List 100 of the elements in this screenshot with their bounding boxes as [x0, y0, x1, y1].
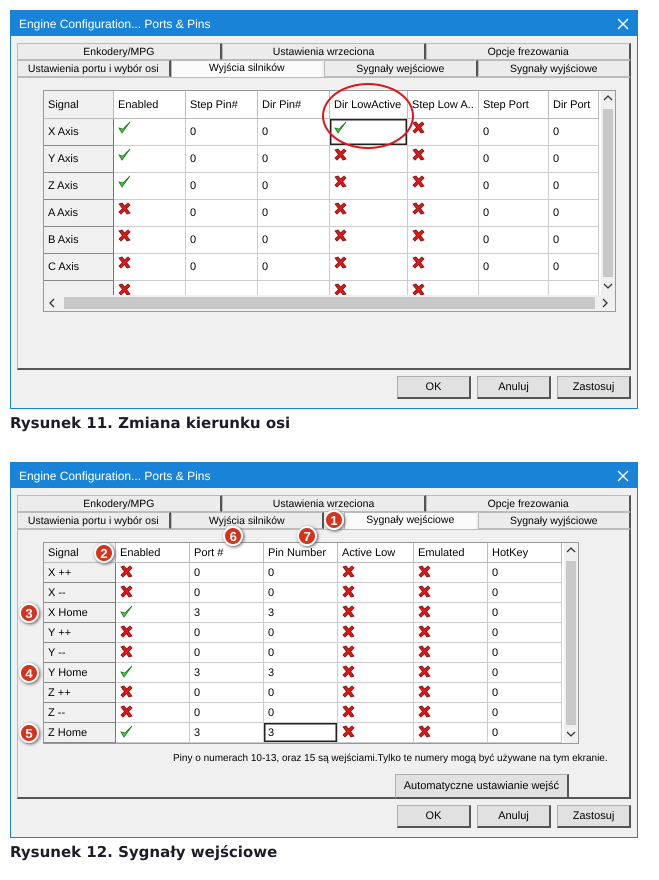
table-cell: 0: [488, 683, 562, 703]
tab[interactable]: Enkodery/MPG: [17, 43, 222, 60]
column-header[interactable]: Port #: [190, 543, 264, 563]
check-cell[interactable]: [330, 119, 408, 146]
tab[interactable]: Ustawienia wrzeciona: [222, 495, 426, 512]
check-cell[interactable]: [414, 583, 488, 603]
column-header[interactable]: Emulated: [414, 543, 488, 563]
close-icon[interactable]: [617, 18, 629, 30]
dialog-button[interactable]: Anuluj: [477, 805, 551, 828]
dialog-button[interactable]: Anuluj: [477, 376, 551, 399]
check-cell[interactable]: [408, 200, 479, 227]
check-cell[interactable]: [116, 643, 190, 663]
table-cell: 0: [264, 563, 338, 583]
signal-cell: C Axis: [44, 254, 114, 281]
tab[interactable]: Enkodery/MPG: [17, 495, 222, 512]
check-cell[interactable]: [408, 119, 479, 146]
check-cell[interactable]: [408, 173, 479, 200]
check-cell[interactable]: [414, 683, 488, 703]
tab[interactable]: Sygnały wyjściowe: [478, 512, 631, 529]
tab[interactable]: Ustawienia wrzeciona: [222, 43, 426, 60]
check-cell[interactable]: [116, 663, 190, 683]
check-cell[interactable]: [338, 663, 414, 683]
check-cell[interactable]: [116, 723, 190, 743]
check-cell[interactable]: [338, 623, 414, 643]
column-header[interactable]: Signal: [44, 91, 114, 119]
check-cell[interactable]: [414, 643, 488, 663]
check-cell[interactable]: [414, 623, 488, 643]
check-cell[interactable]: [116, 703, 190, 723]
check-cell[interactable]: [414, 723, 488, 743]
check-cell[interactable]: [330, 227, 408, 254]
check-cell[interactable]: [114, 200, 186, 227]
horizontal-scrollbar[interactable]: [44, 295, 615, 311]
tab[interactable]: Sygnały wejściowe: [324, 60, 478, 77]
dialog-button[interactable]: OK: [397, 805, 471, 828]
check-cell[interactable]: [338, 583, 414, 603]
check-cell[interactable]: [330, 173, 408, 200]
table-cell: 0: [190, 643, 264, 663]
column-header[interactable]: Dir LowActive: [330, 91, 408, 119]
vertical-scrollbar[interactable]: [601, 91, 615, 295]
check-cell[interactable]: [414, 663, 488, 683]
signal-cell: X ++: [44, 563, 116, 583]
check-cell[interactable]: [114, 173, 186, 200]
tab[interactable]: Opcje frezowania: [426, 495, 632, 512]
table-cell: 0: [488, 703, 562, 723]
check-cell[interactable]: [408, 146, 479, 173]
table-cell: 0: [186, 119, 258, 146]
tab[interactable]: Ustawienia portu i wybór osi: [17, 512, 170, 529]
vertical-scrollbar[interactable]: [564, 543, 578, 743]
check-cell[interactable]: [114, 227, 186, 254]
check-cell[interactable]: [116, 683, 190, 703]
table-cell: 0: [190, 703, 264, 723]
check-cell[interactable]: [116, 623, 190, 643]
close-icon[interactable]: [617, 470, 629, 482]
tab[interactable]: Sygnały wyjściowe: [478, 60, 631, 77]
tab[interactable]: Wyjścia silników: [170, 60, 324, 77]
auto-setup-button[interactable]: Automatyczne ustawianie wejść: [394, 774, 569, 799]
tab[interactable]: Opcje frezowania: [426, 43, 632, 60]
check-cell[interactable]: [338, 643, 414, 663]
column-header[interactable]: Enabled: [114, 91, 186, 119]
callout-number: 4: [19, 663, 39, 683]
check-cell[interactable]: [338, 683, 414, 703]
dialog-button[interactable]: Zastosuj: [557, 376, 631, 399]
check-cell[interactable]: [116, 583, 190, 603]
tab[interactable]: Wyjścia silników: [170, 512, 324, 529]
check-cell[interactable]: [330, 200, 408, 227]
check-cell[interactable]: [330, 254, 408, 281]
check-cell[interactable]: [338, 563, 414, 583]
check-cell[interactable]: [114, 146, 186, 173]
column-header[interactable]: Step Low A..: [408, 91, 479, 119]
check-cell[interactable]: [414, 703, 488, 723]
column-header[interactable]: Enabled: [116, 543, 190, 563]
check-cell[interactable]: [338, 723, 414, 743]
column-header[interactable]: Active Low: [338, 543, 414, 563]
check-cell[interactable]: [338, 703, 414, 723]
table-cell: 0: [488, 583, 562, 603]
check-cell[interactable]: [414, 603, 488, 623]
check-cell[interactable]: [114, 254, 186, 281]
table-cell: 0: [488, 643, 562, 663]
signal-cell: B Axis: [44, 227, 114, 254]
column-header[interactable]: Step Port: [479, 91, 549, 119]
tab[interactable]: Ustawienia portu i wybór osi: [17, 60, 170, 77]
check-cell[interactable]: [408, 254, 479, 281]
column-header[interactable]: HotKey: [488, 543, 562, 563]
table-cell: 0: [186, 227, 258, 254]
check-cell[interactable]: [116, 603, 190, 623]
signal-cell: X --: [44, 583, 116, 603]
check-cell[interactable]: [114, 119, 186, 146]
dialog-button[interactable]: Zastosuj: [557, 805, 631, 828]
check-cell[interactable]: [414, 563, 488, 583]
check-cell[interactable]: [408, 227, 479, 254]
column-header[interactable]: Dir Port: [549, 91, 599, 119]
column-header[interactable]: Dir Pin#: [258, 91, 330, 119]
check-cell[interactable]: [116, 563, 190, 583]
check-cell[interactable]: [338, 603, 414, 623]
dialog-button[interactable]: OK: [397, 376, 471, 399]
check-cell[interactable]: [330, 146, 408, 173]
table-cell: 0: [264, 643, 338, 663]
tab[interactable]: Sygnały wejściowe: [344, 512, 478, 529]
column-header[interactable]: Step Pin#: [186, 91, 258, 119]
column-header[interactable]: Pin Number: [264, 543, 338, 563]
